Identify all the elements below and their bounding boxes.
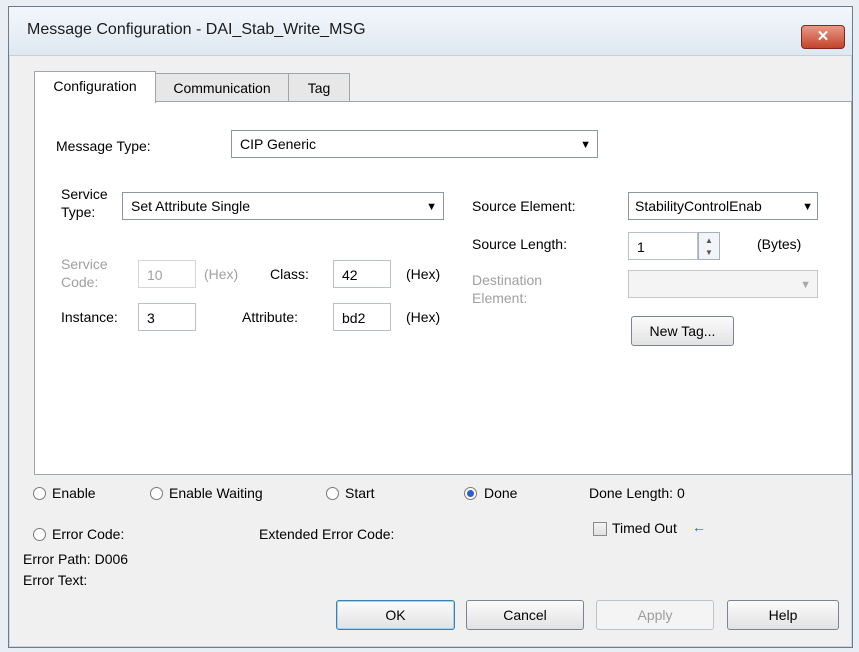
message-configuration-dialog: Message Configuration - DAI_Stab_Write_M… — [8, 6, 853, 648]
tab-tag[interactable]: Tag — [288, 73, 350, 102]
error-code-label: Error Code: — [52, 526, 125, 542]
message-type-dropdown[interactable]: CIP Generic ▼ — [231, 130, 598, 158]
class-hex-unit: (Hex) — [406, 266, 441, 282]
title-bar: Message Configuration - DAI_Stab_Write_M… — [9, 7, 852, 56]
chevron-down-icon: ▼ — [802, 201, 813, 213]
class-field[interactable]: 42 — [333, 260, 391, 288]
spin-down-icon: ▼ — [705, 248, 713, 257]
source-element-dropdown[interactable]: StabilityControlEnab ▼ — [628, 192, 818, 220]
window-title: Message Configuration - DAI_Stab_Write_M… — [27, 21, 366, 38]
enable-waiting-radio[interactable] — [150, 487, 163, 500]
service-code-label-line1: Service — [61, 256, 108, 272]
source-element-label: Source Element: — [472, 198, 576, 214]
chevron-down-icon: ▼ — [580, 139, 591, 151]
spin-up-icon: ▲ — [705, 236, 713, 245]
enable-waiting-label: Enable Waiting — [169, 485, 263, 501]
tab-tag-label: Tag — [307, 80, 331, 96]
timed-out-label: Timed Out — [612, 520, 677, 536]
arrow-left-icon: ← — [692, 519, 706, 535]
source-length-unit: (Bytes) — [757, 236, 802, 252]
service-type-dropdown[interactable]: Set Attribute Single ▼ — [122, 192, 444, 220]
service-type-label-line1: Service — [61, 186, 108, 202]
destination-element-dropdown[interactable]: ▼ — [628, 270, 818, 298]
help-button[interactable]: Help — [727, 600, 839, 630]
destination-element-label-line1: Destination — [472, 272, 543, 288]
destination-element-label-line2: Element: — [472, 290, 528, 306]
configuration-panel: Message Type: CIP Generic ▼ Service Type… — [34, 101, 852, 475]
start-radio[interactable] — [326, 487, 339, 500]
class-label: Class: — [270, 266, 309, 282]
service-type-label-line2: Type: — [61, 204, 96, 220]
attribute-label: Attribute: — [242, 309, 299, 325]
message-type-value: CIP Generic — [240, 136, 316, 152]
instance-label: Instance: — [61, 309, 118, 325]
start-label: Start — [345, 485, 375, 501]
tab-configuration-label: Configuration — [53, 78, 137, 94]
message-type-label: Message Type: — [56, 138, 151, 154]
done-radio[interactable] — [464, 487, 477, 500]
enable-radio[interactable] — [33, 487, 46, 500]
service-code-field[interactable]: 10 — [138, 260, 196, 288]
chevron-down-icon: ▼ — [426, 201, 437, 213]
source-length-field[interactable]: 1 — [628, 232, 698, 260]
error-path-text: Error Path: D006 — [23, 551, 129, 567]
attribute-hex-unit: (Hex) — [406, 309, 441, 325]
attribute-field[interactable]: bd2 — [333, 303, 391, 331]
service-code-label-line2: Code: — [61, 274, 99, 290]
tab-communication[interactable]: Communication — [155, 73, 289, 102]
extended-error-code-label: Extended Error Code: — [259, 526, 395, 542]
done-length-text: Done Length: 0 — [589, 485, 685, 501]
cancel-button[interactable]: Cancel — [466, 600, 584, 630]
source-length-label: Source Length: — [472, 236, 567, 252]
enable-label: Enable — [52, 485, 96, 501]
done-label: Done — [484, 485, 518, 501]
tab-configuration[interactable]: Configuration — [34, 71, 156, 103]
apply-button[interactable]: Apply — [596, 600, 714, 630]
service-type-value: Set Attribute Single — [131, 198, 251, 214]
tab-communication-label: Communication — [173, 80, 271, 96]
new-tag-button[interactable]: New Tag... — [631, 316, 734, 346]
close-icon: ✕ — [816, 28, 830, 45]
close-button[interactable]: ✕ — [801, 25, 845, 49]
service-code-hex-unit: (Hex) — [204, 266, 239, 282]
chevron-down-icon: ▼ — [800, 279, 811, 291]
instance-field[interactable]: 3 — [138, 303, 196, 331]
source-element-value: StabilityControlEnab — [635, 198, 762, 214]
error-text-label: Error Text: — [23, 572, 88, 588]
source-length-spinner[interactable]: ▲ ▼ — [698, 232, 720, 260]
timed-out-checkbox[interactable] — [593, 522, 607, 536]
error-code-radio[interactable] — [33, 528, 46, 541]
ok-button[interactable]: OK — [336, 600, 455, 630]
